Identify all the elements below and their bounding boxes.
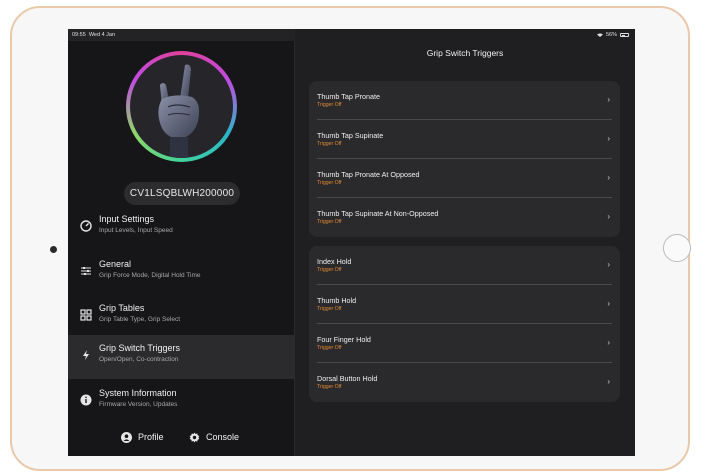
trigger-title: Thumb Tap Supinate At Non-Opposed: [317, 209, 439, 218]
battery-icon: [620, 33, 629, 37]
lightning-icon: [79, 348, 93, 362]
sidebar-item-system-information[interactable]: System Information Firmware Version, Upd…: [68, 380, 295, 424]
trigger-status: Trigger Off: [317, 345, 342, 351]
gauge-icon: [79, 219, 93, 233]
chevron-right-icon: ›: [607, 95, 610, 104]
trigger-status: Trigger Off: [317, 219, 342, 225]
sidebar-item-subtitle: Grip Table Type, Grip Select: [99, 316, 181, 323]
sidebar-item-title: Input Settings: [99, 214, 155, 224]
main-panel: Grip Switch Triggers Thumb Tap Pronate T…: [295, 29, 635, 456]
trigger-title: Index Hold: [317, 257, 352, 266]
console-button[interactable]: Console: [189, 429, 239, 445]
screen: CV1LSQBLWH200000 Input Settings Input Le…: [68, 29, 635, 456]
wifi-icon: [596, 33, 603, 37]
chevron-right-icon: ›: [607, 173, 610, 182]
trigger-status: Trigger Off: [317, 180, 342, 186]
chevron-right-icon: ›: [607, 212, 610, 221]
camera-dot: [50, 246, 57, 253]
profile-button[interactable]: Profile: [121, 429, 164, 445]
list-item[interactable]: Thumb Hold Trigger Off ›: [309, 285, 620, 324]
sidebar-item-subtitle: Grip Force Mode, Digital Hold Time: [99, 272, 201, 279]
chevron-right-icon: ›: [607, 338, 610, 347]
trigger-status: Trigger Off: [317, 267, 342, 273]
info-icon: [79, 393, 93, 407]
sidebar-item-subtitle: Open/Open, Co-contraction: [99, 356, 179, 363]
trigger-title: Dorsal Button Hold: [317, 374, 378, 383]
profile-label: Profile: [138, 432, 164, 442]
sidebar-item-title: Grip Tables: [99, 303, 145, 313]
page-title: Grip Switch Triggers: [426, 48, 504, 58]
trigger-group-hold: Index Hold Trigger Off › Thumb Hold Trig…: [309, 246, 620, 402]
console-label: Console: [206, 432, 240, 442]
trigger-status: Trigger Off: [317, 102, 342, 108]
status-indicators: 56%: [596, 32, 629, 38]
trigger-title: Thumb Tap Pronate: [317, 92, 380, 101]
trigger-title: Four Finger Hold: [317, 335, 371, 344]
grid-icon: [79, 308, 93, 322]
hand-image: [130, 55, 233, 158]
sidebar-item-input-settings[interactable]: Input Settings Input Levels, Input Speed: [68, 206, 295, 250]
sidebar-item-grip-tables[interactable]: Grip Tables Grip Table Type, Grip Select: [68, 295, 295, 339]
sidebar-item-grip-switch-triggers[interactable]: Grip Switch Triggers Open/Open, Co-contr…: [68, 335, 295, 379]
chevron-right-icon: ›: [607, 377, 610, 386]
list-item[interactable]: Thumb Tap Supinate At Non-Opposed Trigge…: [309, 198, 620, 237]
sidebar-item-title: System Information: [99, 388, 177, 398]
battery-percent: 56%: [605, 32, 617, 38]
chevron-right-icon: ›: [607, 134, 610, 143]
trigger-title: Thumb Hold: [317, 296, 357, 305]
list-item[interactable]: Thumb Tap Supinate Trigger Off ›: [309, 120, 620, 159]
list-item[interactable]: Thumb Tap Pronate Trigger Off ›: [309, 81, 620, 120]
gear-icon: [189, 432, 200, 443]
sidebar-item-title: Grip Switch Triggers: [99, 343, 181, 353]
trigger-title: Thumb Tap Pronate At Opposed: [317, 170, 420, 179]
sidebar-item-subtitle: Input Levels, Input Speed: [99, 227, 173, 234]
home-button[interactable]: [663, 234, 691, 262]
chevron-right-icon: ›: [607, 299, 610, 308]
status-clock: 09:55: [72, 32, 86, 38]
trigger-status: Trigger Off: [317, 306, 342, 312]
list-item[interactable]: Four Finger Hold Trigger Off ›: [309, 324, 620, 363]
trigger-status: Trigger Off: [317, 384, 342, 390]
device-serial[interactable]: CV1LSQBLWH200000: [124, 182, 240, 205]
sidebar-footer: Profile Console: [68, 425, 295, 450]
sidebar: CV1LSQBLWH200000 Input Settings Input Le…: [68, 29, 295, 456]
sliders-icon: [79, 264, 93, 278]
sidebar-item-subtitle: Firmware Version, Updates: [99, 401, 178, 408]
list-item[interactable]: Index Hold Trigger Off ›: [309, 246, 620, 285]
status-date: Wed 4 Jan: [88, 32, 116, 38]
avatar: [126, 51, 237, 162]
status-bar: 09:55 Wed 4 Jan 56%: [68, 29, 635, 41]
sidebar-item-title: General: [99, 259, 132, 269]
sidebar-item-general[interactable]: General Grip Force Mode, Digital Hold Ti…: [68, 251, 295, 295]
list-item[interactable]: Thumb Tap Pronate At Opposed Trigger Off…: [309, 159, 620, 198]
trigger-group-thumb-tap: Thumb Tap Pronate Trigger Off › Thumb Ta…: [309, 81, 620, 237]
trigger-title: Thumb Tap Supinate: [317, 131, 384, 140]
trigger-status: Trigger Off: [317, 141, 342, 147]
status-time: 09:55 Wed 4 Jan: [72, 32, 115, 38]
list-item[interactable]: Dorsal Button Hold Trigger Off ›: [309, 363, 620, 402]
chevron-right-icon: ›: [607, 260, 610, 269]
user-icon: [121, 431, 132, 443]
